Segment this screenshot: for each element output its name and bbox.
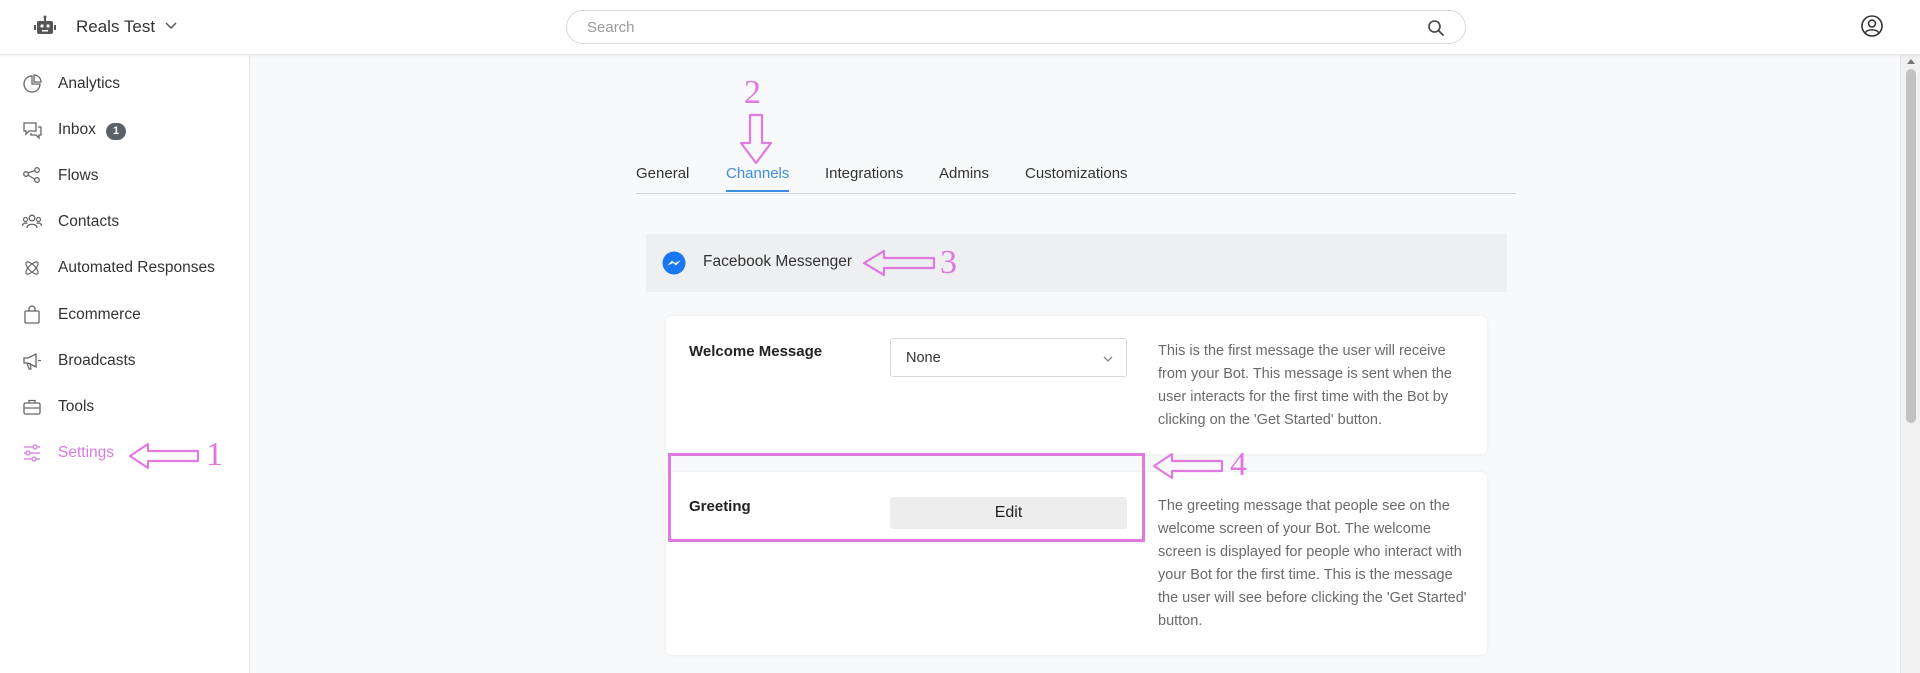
sidebar-item-broadcasts[interactable]: Broadcasts [0, 341, 250, 381]
sidebar-item-analytics[interactable]: Analytics [0, 64, 250, 104]
sidebar-item-label: Tools [58, 398, 95, 415]
annotation-arrow-2 [739, 113, 773, 165]
sidebar-item-flows[interactable]: Flows [0, 156, 250, 196]
flows-icon [23, 167, 40, 183]
annotation-number-3: 3 [940, 244, 957, 281]
messenger-icon [662, 251, 686, 275]
tab-general[interactable]: General [636, 165, 689, 190]
sidebar-item-label: Flows [58, 167, 99, 184]
bot-name[interactable]: Reals Test [76, 17, 155, 37]
tools-icon [23, 399, 41, 415]
ecommerce-icon [24, 305, 40, 324]
chevron-down-icon [1103, 356, 1113, 362]
inbox-icon [23, 122, 42, 140]
scroll-up-arrow[interactable] [1907, 59, 1915, 64]
scroll-thumb[interactable] [1906, 69, 1916, 423]
welcome-message-description: This is the first message the user will … [1158, 343, 1452, 428]
tab-customizations[interactable]: Customizations [1025, 165, 1128, 190]
sidebar-item-label: Inbox [58, 121, 96, 138]
analytics-icon [23, 74, 42, 93]
contacts-icon [22, 214, 42, 229]
annotation-arrow-3 [862, 249, 936, 277]
tab-channels[interactable]: Channels [726, 165, 790, 192]
sidebar-item-label: Contacts [58, 213, 120, 230]
sidebar-item-ecommerce[interactable]: Ecommerce [0, 295, 250, 335]
sidebar-item-automated-responses[interactable]: Automated Responses [0, 248, 250, 288]
select-value: None [906, 350, 941, 366]
tab-integrations[interactable]: Integrations [825, 165, 903, 190]
annotation-arrow-4 [1152, 452, 1224, 480]
annotation-highlight-box [668, 453, 1145, 542]
tab-admins[interactable]: Admins [939, 165, 989, 190]
sidebar-item-inbox[interactable]: Inbox 1 [0, 110, 250, 150]
annotation-number-4: 4 [1230, 446, 1247, 483]
sidebar-item-label: Analytics [58, 75, 121, 92]
account-icon[interactable] [1860, 14, 1884, 38]
sidebar: Analytics Inbox 1 Flows Contacts Automat… [0, 55, 250, 673]
annotation-number-1: 1 [206, 436, 223, 473]
sidebar-item-label: Automated Responses [58, 259, 215, 276]
automated-responses-icon [25, 261, 39, 275]
settings-tabs: General Channels Integrations Admins Cus… [636, 163, 1516, 194]
greeting-description: The greeting message that people see on … [1158, 498, 1467, 629]
settings-icon [24, 444, 40, 462]
annotation-number-2: 2 [744, 74, 761, 111]
sidebar-item-contacts[interactable]: Contacts [0, 202, 250, 242]
annotation-arrow-1 [128, 442, 200, 470]
sidebar-item-label: Ecommerce [58, 306, 141, 323]
sidebar-item-tools[interactable]: Tools [0, 387, 250, 427]
welcome-message-label: Welcome Message [689, 343, 823, 360]
top-bar: Reals Test [0, 0, 1920, 55]
sidebar-item-label: Settings [58, 444, 115, 461]
sidebar-item-label: Broadcasts [58, 352, 136, 369]
welcome-message-card: Welcome Message None This is the first m… [666, 316, 1487, 454]
broadcasts-icon [23, 352, 41, 370]
channel-title: Facebook Messenger [703, 253, 853, 270]
inbox-count-badge: 1 [106, 123, 126, 140]
bot-icon[interactable] [34, 15, 56, 37]
welcome-message-select[interactable]: None [890, 338, 1127, 377]
channel-header: Facebook Messenger [646, 234, 1507, 292]
chevron-down-icon[interactable] [164, 18, 178, 32]
vertical-scrollbar[interactable] [1900, 55, 1920, 673]
search-input[interactable] [587, 11, 1407, 43]
search-bar [566, 10, 1466, 44]
search-icon[interactable] [1427, 19, 1445, 37]
